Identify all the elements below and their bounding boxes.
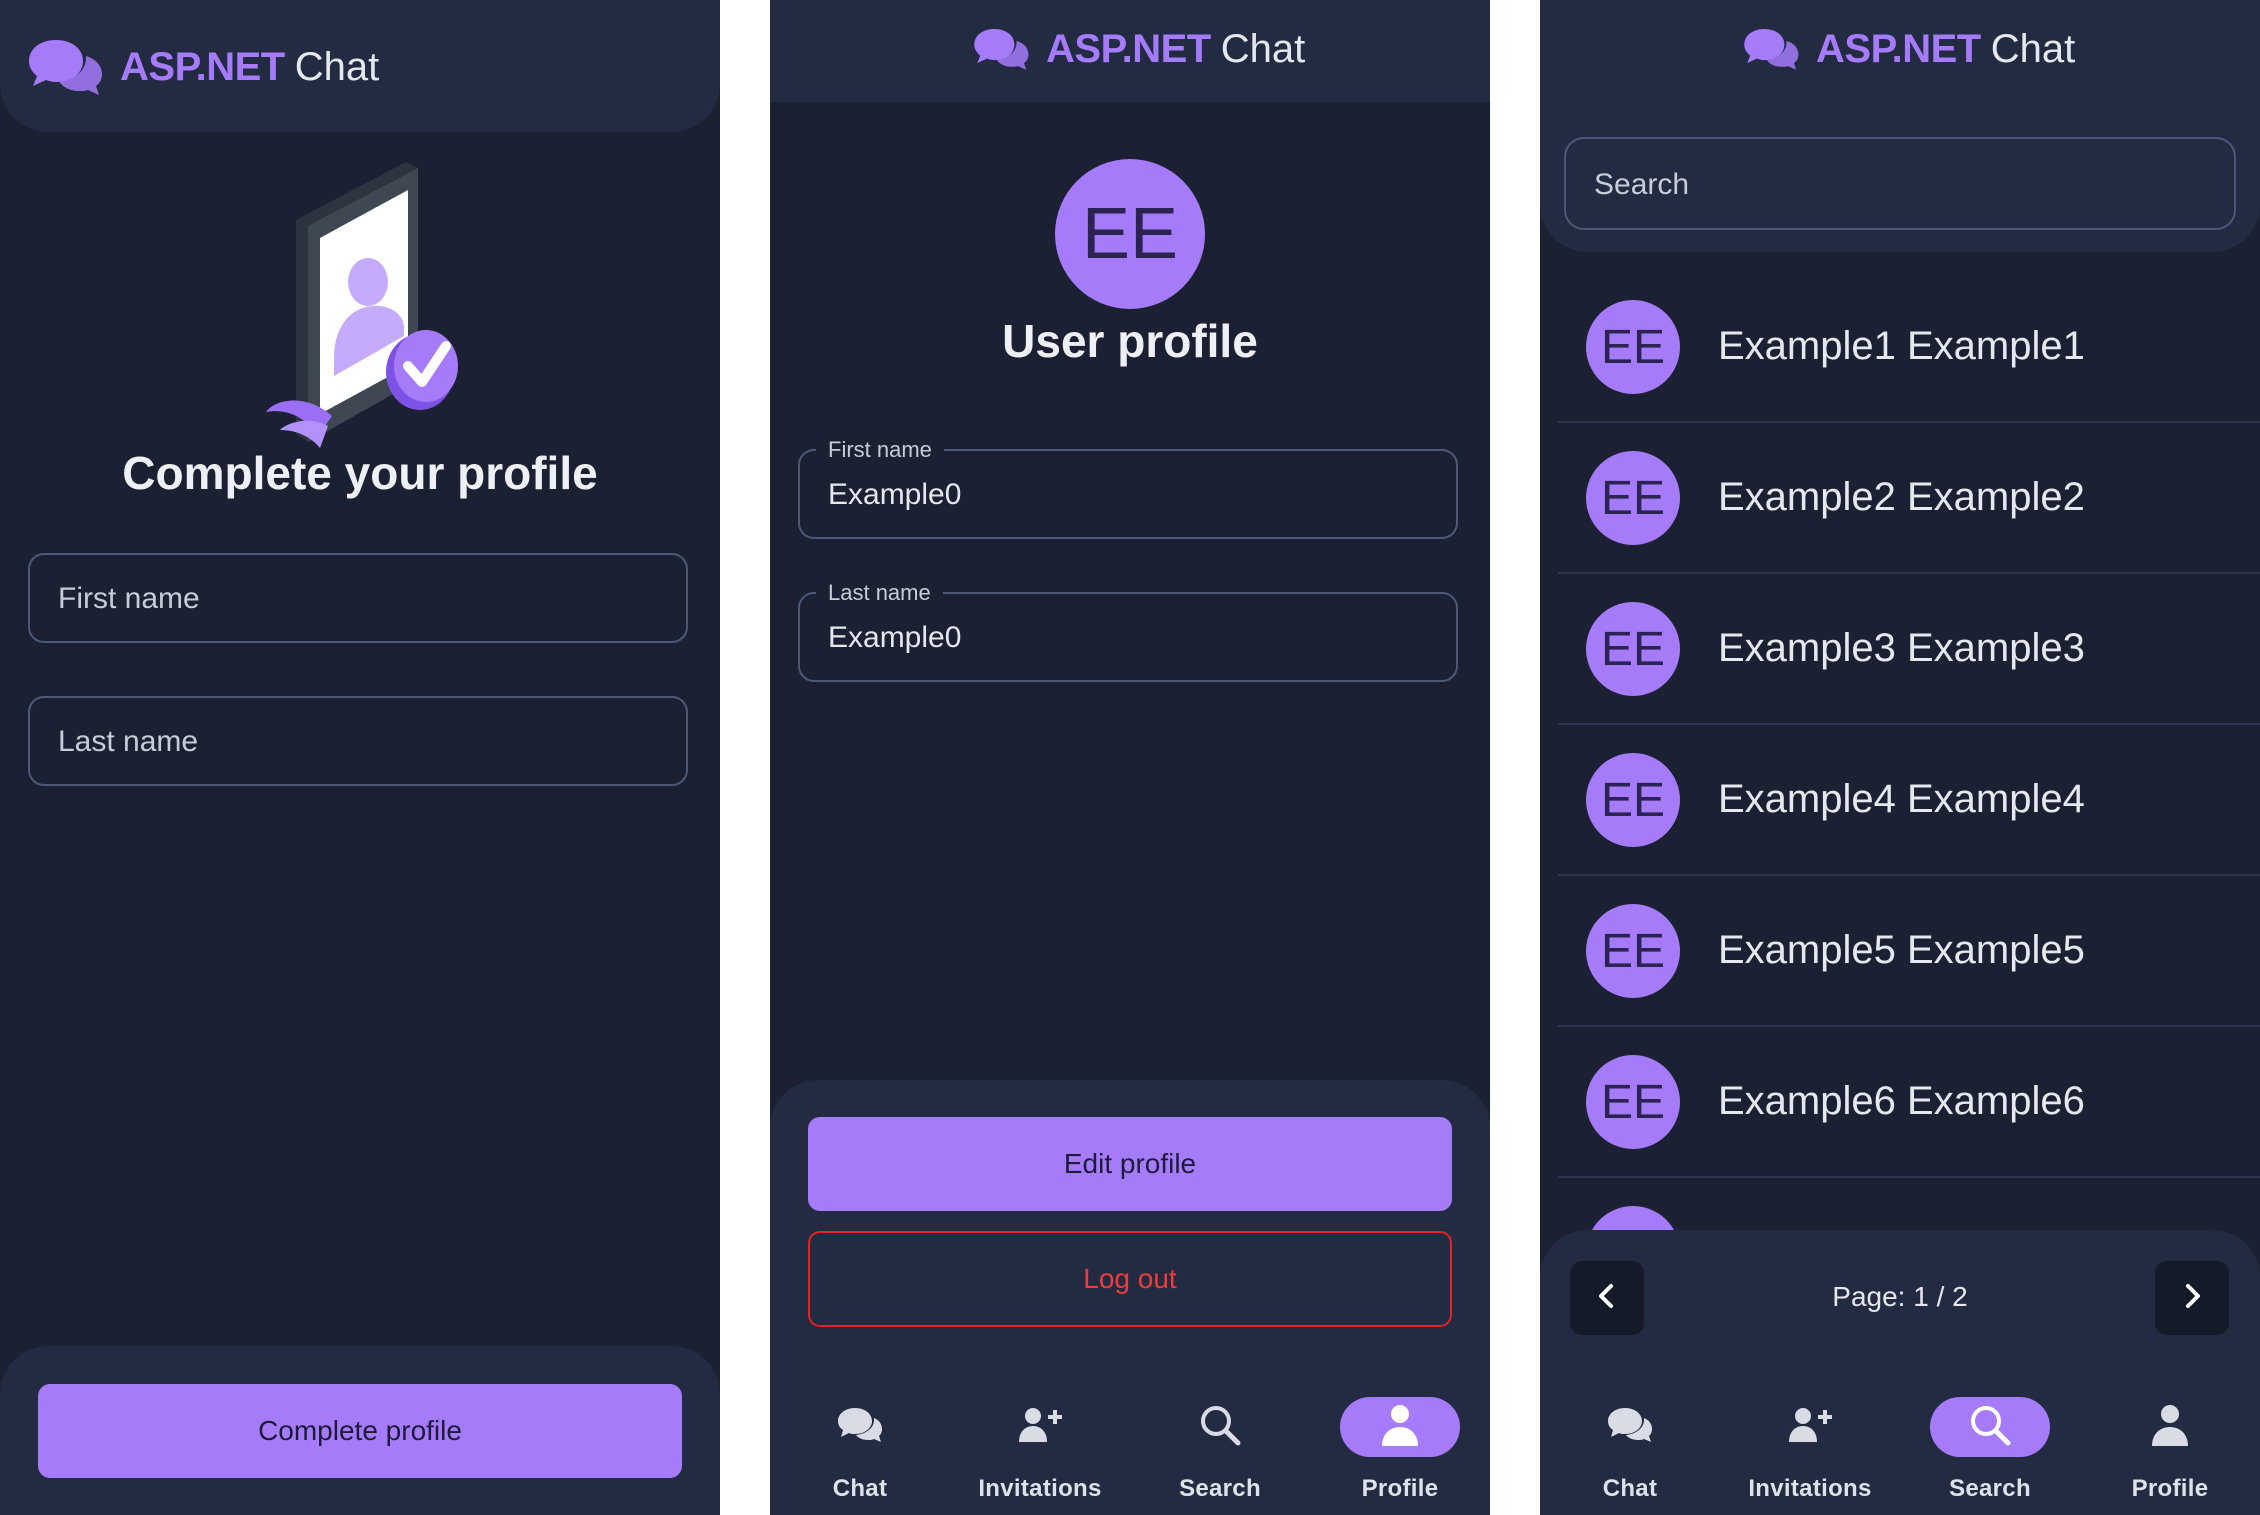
add-person-icon <box>1787 1406 1833 1449</box>
nav-label: Profile <box>2131 1475 2209 1502</box>
nav-pill <box>2110 1397 2230 1457</box>
complete-profile-button[interactable]: Complete profile <box>38 1384 682 1478</box>
nav-pill-active <box>1340 1397 1460 1457</box>
nav-label: Search <box>1949 1475 2031 1502</box>
list-item[interactable]: EE Example6 Example6 <box>1558 1027 2260 1178</box>
brand-name: ASP.NET <box>1816 26 1981 71</box>
nav-pill <box>1750 1397 1870 1457</box>
nav-pill <box>980 1397 1100 1457</box>
first-name-field[interactable]: First name <box>28 553 688 643</box>
nav-item-chat[interactable]: Chat <box>1540 1375 1720 1515</box>
page-title: User profile <box>1002 315 1258 367</box>
list-item[interactable]: EE Example4 Example4 <box>1558 725 2260 876</box>
nav-label: Invitations <box>978 1475 1102 1502</box>
first-name-placeholder: First name <box>58 582 200 615</box>
avatar: EE <box>1055 159 1205 309</box>
result-name: Example1 Example1 <box>1718 324 2085 368</box>
person-icon <box>2150 1404 2190 1451</box>
app-header: ASP.NET Chat <box>0 0 720 132</box>
nav-label: Profile <box>1361 1475 1439 1502</box>
app-logo: ASP.NET Chat <box>26 36 379 98</box>
app-header: ASP.NET Chat Search <box>1540 0 2260 252</box>
nav-label: Chat <box>832 1475 888 1502</box>
nav-pill <box>1160 1397 1280 1457</box>
search-placeholder: Search <box>1594 168 1690 201</box>
bottom-nav: Chat Invitations Search Profile <box>1540 1375 2260 1515</box>
chat-icon <box>1607 1406 1653 1449</box>
list-item[interactable]: EE Example3 Example3 <box>1558 574 2260 725</box>
edit-profile-button[interactable]: Edit profile <box>808 1117 1452 1211</box>
nav-pill <box>800 1397 920 1457</box>
next-page-button[interactable] <box>2155 1261 2229 1335</box>
page-title: Complete your profile <box>122 447 598 499</box>
result-name: Example4 Example4 <box>1718 777 2085 821</box>
result-name: Example6 Example6 <box>1718 1079 2085 1123</box>
last-name-field[interactable]: Last name <box>28 696 688 786</box>
chat-bubbles-icon <box>972 26 1030 72</box>
search-icon <box>1969 1404 2011 1451</box>
avatar: EE <box>1586 904 1680 998</box>
nav-label: Invitations <box>1748 1475 1872 1502</box>
nav-item-search[interactable]: Search <box>1900 1375 2080 1515</box>
list-item[interactable]: EE Example2 Example2 <box>1558 423 2260 574</box>
avatar: EE <box>1586 602 1680 696</box>
search-screen: ASP.NET Chat Search EE Example1 Example1… <box>1540 0 2260 1515</box>
avatar: EE <box>1586 451 1680 545</box>
nav-label: Chat <box>1602 1475 1658 1502</box>
footer-card: Complete profile <box>0 1346 720 1515</box>
chat-bubbles-icon <box>1742 26 1800 72</box>
bottom-nav: Chat Invitations Search Profile <box>770 1375 1490 1515</box>
nav-pill-active <box>1930 1397 2050 1457</box>
nav-item-profile[interactable]: Profile <box>1310 1375 1490 1515</box>
nav-item-profile[interactable]: Profile <box>2080 1375 2260 1515</box>
avatar: EE <box>1586 753 1680 847</box>
brand-suffix: Chat <box>294 44 380 89</box>
first-name-field[interactable]: First name Example0 <box>798 437 1458 539</box>
last-name-value: Example0 <box>828 621 962 654</box>
app-header: ASP.NET Chat <box>770 0 1490 102</box>
first-name-value: Example0 <box>828 478 962 511</box>
footer-card: Page: 1 / 2 Chat Invitations Search Prof… <box>1540 1230 2260 1515</box>
list-item[interactable]: EE Example5 Example5 <box>1558 876 2260 1027</box>
brand-suffix: Chat <box>1220 26 1306 71</box>
last-name-field[interactable]: Last name Example0 <box>798 580 1458 682</box>
app-logo: ASP.NET Chat <box>972 26 1305 72</box>
chevron-right-icon <box>2181 1283 2203 1314</box>
brand-name: ASP.NET <box>1046 26 1211 71</box>
footer-card: Edit profile Log out Chat Invitations Se… <box>770 1080 1490 1515</box>
result-name: Example5 Example5 <box>1718 928 2085 972</box>
brand-name: ASP.NET <box>120 44 285 89</box>
brand-suffix: Chat <box>1990 26 2076 71</box>
log-out-button[interactable]: Log out <box>808 1231 1452 1327</box>
add-person-icon <box>1017 1406 1063 1449</box>
search-input[interactable]: Search <box>1564 137 2236 230</box>
nav-item-chat[interactable]: Chat <box>770 1375 950 1515</box>
avatar: EE <box>1586 300 1680 394</box>
person-icon <box>1380 1404 1420 1451</box>
phone-profile-verified-illustration <box>258 158 468 448</box>
result-name: Example2 Example2 <box>1718 475 2085 519</box>
list-item[interactable]: EE Example1 Example1 <box>1558 272 2260 423</box>
page-indicator: Page: 1 / 2 <box>1832 1281 1968 1312</box>
last-name-placeholder: Last name <box>58 725 199 758</box>
nav-pill <box>1570 1397 1690 1457</box>
app-logo: ASP.NET Chat <box>1742 26 2075 72</box>
nav-label: Search <box>1179 1475 1261 1502</box>
chat-icon <box>837 1406 883 1449</box>
nav-item-invitations[interactable]: Invitations <box>1720 1375 1900 1515</box>
search-icon <box>1199 1404 1241 1451</box>
chat-bubbles-icon <box>26 36 104 98</box>
nav-item-invitations[interactable]: Invitations <box>950 1375 1130 1515</box>
avatar: EE <box>1586 1055 1680 1149</box>
user-profile-screen: ASP.NET Chat EE User profile First name … <box>770 0 1490 1515</box>
nav-item-search[interactable]: Search <box>1130 1375 1310 1515</box>
result-name: Example3 Example3 <box>1718 626 2085 670</box>
complete-profile-screen: ASP.NET Chat Complete your profile First… <box>0 0 720 1515</box>
